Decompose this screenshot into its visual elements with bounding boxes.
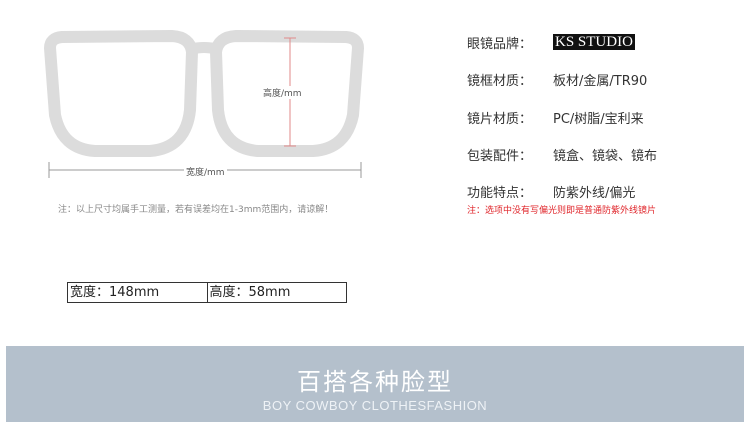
- brand-label: 眼镜品牌：: [467, 37, 533, 52]
- polarized-note: 注：选项中没有写偏光则即是普通防紫外线镜片: [467, 206, 657, 216]
- width-label: 宽度/mm: [184, 165, 227, 178]
- package-label: 包装配件：: [467, 149, 533, 164]
- brand-name: KS STUDIO: [553, 34, 635, 50]
- frame-material-value: 板材/金属/TR90: [553, 74, 648, 89]
- feature-label: 功能特点：: [467, 186, 533, 201]
- package-value: 镜盒、镜袋、镜布: [553, 149, 658, 164]
- size-height-cell: 高度：58mm: [206, 283, 347, 302]
- banner-subtitle: BOY COWBOY CLOTHESFASHION: [262, 398, 488, 413]
- face-shape-banner: 百搭各种脸型 BOY COWBOY CLOTHESFASHION: [6, 346, 744, 422]
- feature-value: 防紫外线/偏光: [553, 186, 636, 201]
- frame-material-label: 镜框材质：: [467, 74, 533, 89]
- banner-title: 百搭各种脸型: [297, 368, 453, 396]
- height-label: 高度/mm: [262, 86, 303, 99]
- size-table: 宽度：148mm 高度：58mm: [67, 282, 347, 303]
- size-width-cell: 宽度：148mm: [70, 285, 160, 300]
- lens-material-label: 镜片材质：: [467, 112, 533, 127]
- lens-material-value: PC/树脂/宝利来: [553, 112, 644, 127]
- glasses-frame: [44, 30, 364, 157]
- measurement-note: 注：以上尺寸均属手工测量，若有误差均在1-3mm范围内，请谅解！: [58, 205, 334, 215]
- brand-value: KS STUDIO: [553, 31, 635, 51]
